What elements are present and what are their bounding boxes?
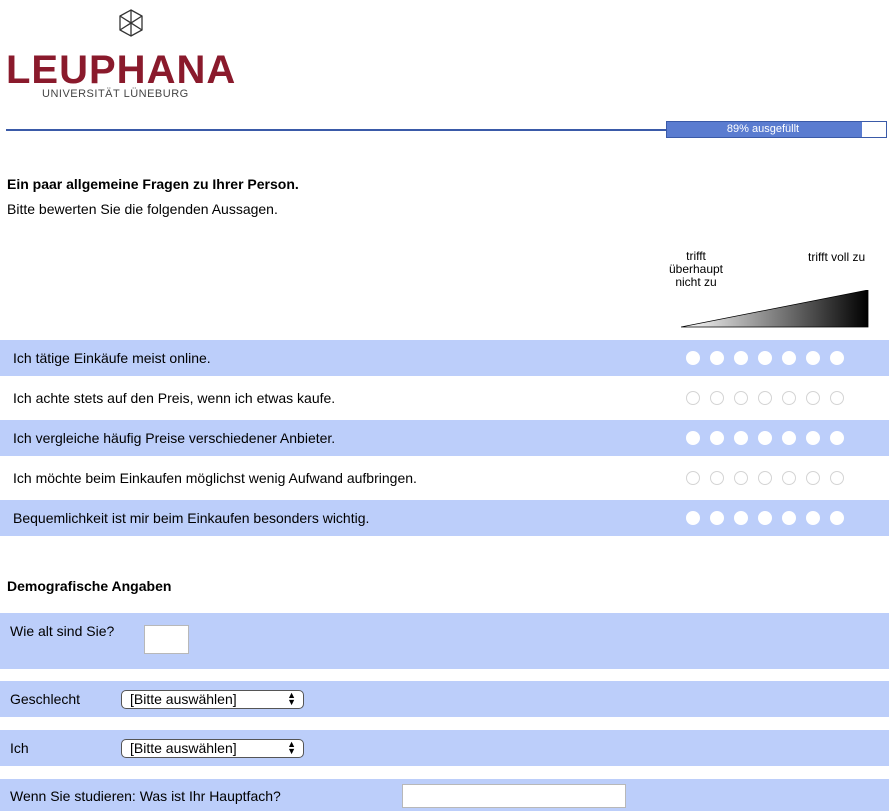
progress-label: 89% ausgefüllt <box>726 123 800 135</box>
likert-radio-4[interactable] <box>758 511 772 525</box>
progress-bar: 89% ausgefüllt <box>666 121 887 138</box>
likert-radio-7[interactable] <box>830 471 844 485</box>
likert-radio-7[interactable] <box>830 431 844 445</box>
likert-radio-1[interactable] <box>686 511 700 525</box>
likert-radio-5[interactable] <box>782 431 796 445</box>
likert-radio-group <box>686 471 844 485</box>
major-row: Wenn Sie studieren: Was ist Ihr Hauptfac… <box>0 779 889 811</box>
likert-statement: Bequemlichkeit ist mir beim Einkaufen be… <box>13 510 370 526</box>
likert-radio-group <box>686 391 844 405</box>
select-arrows-icon: ▲ ▼ <box>287 739 296 756</box>
likert-radio-6[interactable] <box>806 471 820 485</box>
status-label: Ich <box>10 740 29 756</box>
gender-select[interactable]: [Bitte auswählen] ▲ ▼ <box>121 690 304 709</box>
likert-radio-group <box>686 351 844 365</box>
likert-radio-5[interactable] <box>782 391 796 405</box>
likert-radio-2[interactable] <box>710 391 724 405</box>
likert-radio-4[interactable] <box>758 391 772 405</box>
likert-statement: Ich tätige Einkäufe meist online. <box>13 350 211 366</box>
scale-wedge-graphic <box>681 290 869 328</box>
age-row: Wie alt sind Sie? <box>0 613 889 669</box>
likert-radio-3[interactable] <box>734 471 748 485</box>
likert-radio-5[interactable] <box>782 471 796 485</box>
likert-radio-group <box>686 511 844 525</box>
select-arrows-icon: ▲ ▼ <box>287 690 296 707</box>
header-rule <box>6 129 666 131</box>
demographics-title: Demografische Angaben <box>7 578 172 594</box>
likert-row: Ich möchte beim Einkaufen möglichst weni… <box>0 460 889 496</box>
likert-radio-group <box>686 431 844 445</box>
section-title: Ein paar allgemeine Fragen zu Ihrer Pers… <box>7 176 299 192</box>
likert-radio-2[interactable] <box>710 351 724 365</box>
likert-radio-3[interactable] <box>734 351 748 365</box>
logo-subtitle: UNIVERSITÄT LÜNEBURG <box>42 88 189 100</box>
likert-radio-3[interactable] <box>734 391 748 405</box>
section-instruction: Bitte bewerten Sie die folgenden Aussage… <box>7 201 278 217</box>
scale-high-label: trifft voll zu <box>808 250 866 264</box>
likert-radio-6[interactable] <box>806 431 820 445</box>
logo-wordmark: LEUPHANA <box>6 48 237 92</box>
likert-statement: Ich achte stets auf den Preis, wenn ich … <box>13 390 336 406</box>
likert-radio-1[interactable] <box>686 471 700 485</box>
likert-row: Ich vergleiche häufig Preise verschieden… <box>0 420 889 456</box>
university-logo: LEUPHANA UNIVERSITÄT LÜNEBURG <box>0 0 270 110</box>
likert-radio-7[interactable] <box>830 391 844 405</box>
likert-radio-4[interactable] <box>758 351 772 365</box>
status-select-value: [Bitte auswählen] <box>130 740 237 756</box>
likert-radio-6[interactable] <box>806 511 820 525</box>
likert-radio-5[interactable] <box>782 511 796 525</box>
likert-radio-5[interactable] <box>782 351 796 365</box>
likert-radio-1[interactable] <box>686 431 700 445</box>
likert-row: Bequemlichkeit ist mir beim Einkaufen be… <box>0 500 889 536</box>
hexagon-cube-icon <box>119 9 143 37</box>
likert-radio-7[interactable] <box>830 351 844 365</box>
gender-select-value: [Bitte auswählen] <box>130 691 237 707</box>
likert-radio-1[interactable] <box>686 391 700 405</box>
likert-radio-4[interactable] <box>758 431 772 445</box>
major-input[interactable] <box>402 784 626 808</box>
likert-radio-6[interactable] <box>806 391 820 405</box>
age-label: Wie alt sind Sie? <box>10 623 115 639</box>
likert-radio-2[interactable] <box>710 431 724 445</box>
likert-radio-7[interactable] <box>830 511 844 525</box>
major-label: Wenn Sie studieren: Was ist Ihr Hauptfac… <box>10 788 281 804</box>
likert-statement: Ich vergleiche häufig Preise verschieden… <box>13 430 336 446</box>
likert-radio-2[interactable] <box>710 511 724 525</box>
age-input[interactable] <box>144 625 189 654</box>
likert-row: Ich tätige Einkäufe meist online. <box>0 340 889 376</box>
likert-statement: Ich möchte beim Einkaufen möglichst weni… <box>13 470 417 486</box>
likert-radio-3[interactable] <box>734 511 748 525</box>
likert-row: Ich achte stets auf den Preis, wenn ich … <box>0 380 889 416</box>
likert-radio-1[interactable] <box>686 351 700 365</box>
gender-row: Geschlecht [Bitte auswählen] ▲ ▼ <box>0 681 889 717</box>
scale-low-label: trifft überhaupt nicht zu <box>668 249 724 289</box>
status-row: Ich [Bitte auswählen] ▲ ▼ <box>0 730 889 766</box>
likert-radio-2[interactable] <box>710 471 724 485</box>
likert-radio-3[interactable] <box>734 431 748 445</box>
likert-radio-6[interactable] <box>806 351 820 365</box>
gender-label: Geschlecht <box>10 691 81 707</box>
likert-radio-4[interactable] <box>758 471 772 485</box>
status-select[interactable]: [Bitte auswählen] ▲ ▼ <box>121 739 304 758</box>
